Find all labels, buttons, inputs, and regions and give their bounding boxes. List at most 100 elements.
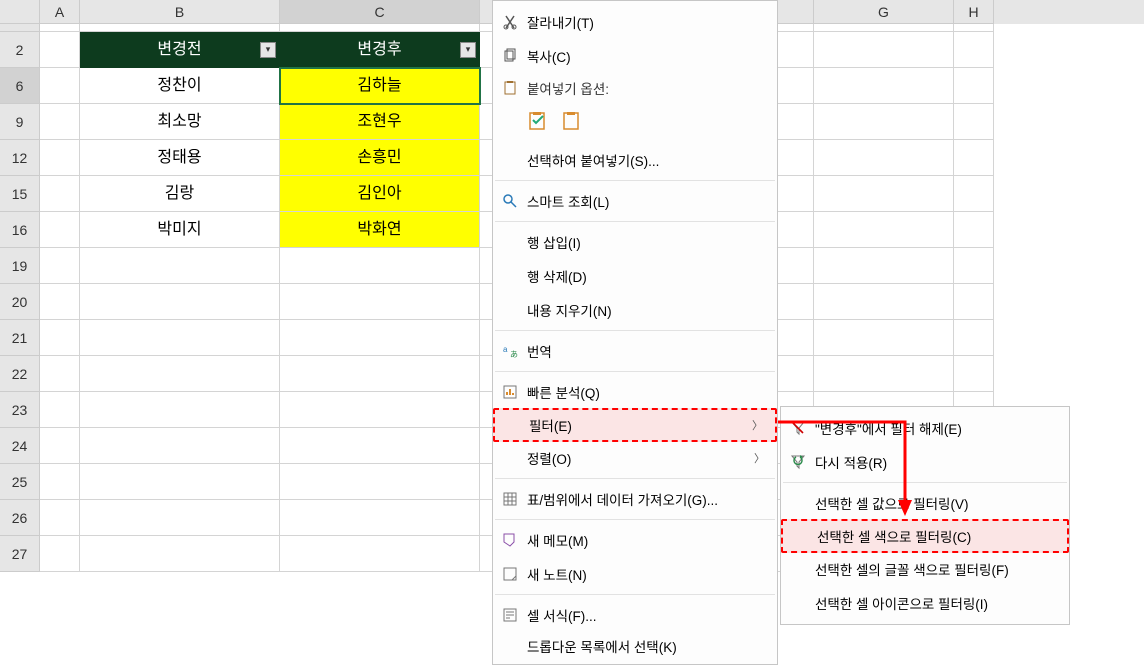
cell[interactable]: 김인아 [280, 176, 480, 212]
row-header[interactable]: 20 [0, 284, 40, 320]
cell[interactable] [80, 500, 280, 536]
menu-translate[interactable]: aあ 번역 [493, 334, 777, 368]
cell[interactable]: 정태용 [80, 140, 280, 176]
row-header[interactable]: 27 [0, 536, 40, 572]
cell[interactable] [954, 68, 994, 104]
menu-smart-lookup[interactable]: 스마트 조회(L) [493, 184, 777, 218]
cell[interactable] [954, 32, 994, 68]
cell[interactable] [80, 392, 280, 428]
paste-option-1-icon[interactable] [527, 110, 549, 132]
cell[interactable] [814, 176, 954, 212]
cell[interactable] [40, 32, 80, 68]
menu-new-note[interactable]: 새 노트(N) [493, 557, 777, 591]
menu-sort[interactable]: 정렬(O) 〉 [493, 441, 777, 475]
cell[interactable]: 변경전▾ [80, 32, 280, 68]
row-header[interactable] [0, 24, 40, 32]
cell[interactable]: 김랑 [80, 176, 280, 212]
cell[interactable]: 변경후▾ [280, 32, 480, 68]
cell[interactable] [280, 500, 480, 536]
row-header[interactable]: 15 [0, 176, 40, 212]
menu-insert-row[interactable]: 행 삽입(I) [493, 225, 777, 259]
cell[interactable] [954, 104, 994, 140]
cell[interactable] [954, 212, 994, 248]
cell[interactable]: 김하늘 [280, 68, 480, 104]
cell[interactable] [280, 464, 480, 500]
cell[interactable] [40, 428, 80, 464]
cell[interactable] [814, 104, 954, 140]
cell[interactable] [814, 320, 954, 356]
row-header[interactable]: 6 [0, 68, 40, 104]
submenu-by-font-color[interactable]: 선택한 셀의 글꼴 색으로 필터링(F) [781, 552, 1069, 586]
filter-dropdown-icon[interactable]: ▾ [260, 42, 276, 58]
submenu-by-color[interactable]: 선택한 셀 색으로 필터링(C) [781, 519, 1069, 553]
cell[interactable] [814, 248, 954, 284]
cell[interactable] [40, 392, 80, 428]
cell[interactable] [40, 68, 80, 104]
cell[interactable] [280, 24, 480, 32]
cell[interactable] [280, 356, 480, 392]
cell[interactable] [40, 536, 80, 572]
cell[interactable] [280, 392, 480, 428]
cell[interactable] [80, 320, 280, 356]
cell[interactable] [80, 536, 280, 572]
row-header[interactable]: 22 [0, 356, 40, 392]
cell[interactable] [80, 356, 280, 392]
cell[interactable] [80, 464, 280, 500]
submenu-reapply[interactable]: 다시 적용(R) [781, 445, 1069, 479]
row-header[interactable]: 12 [0, 140, 40, 176]
cell[interactable] [40, 140, 80, 176]
menu-dropdown-pick[interactable]: 드롭다운 목록에서 선택(K) [493, 632, 777, 660]
menu-cell-format[interactable]: 셀 서식(F)... [493, 598, 777, 632]
menu-paste-special[interactable]: 선택하여 붙여넣기(S)... [493, 143, 777, 177]
cell[interactable] [814, 24, 954, 32]
cell[interactable] [40, 104, 80, 140]
menu-copy[interactable]: 복사(C) [493, 39, 777, 73]
menu-cut[interactable]: 잘라내기(T) [493, 5, 777, 39]
menu-clear[interactable]: 내용 지우기(N) [493, 293, 777, 327]
cell[interactable] [954, 176, 994, 212]
cell[interactable] [280, 248, 480, 284]
row-header[interactable]: 24 [0, 428, 40, 464]
cell[interactable] [814, 284, 954, 320]
menu-new-memo[interactable]: 새 메모(M) [493, 523, 777, 557]
row-header[interactable]: 19 [0, 248, 40, 284]
cell[interactable]: 조현우 [280, 104, 480, 140]
cell[interactable] [80, 428, 280, 464]
menu-get-data[interactable]: 표/범위에서 데이터 가져오기(G)... [493, 482, 777, 516]
cell[interactable] [40, 284, 80, 320]
submenu-by-icon[interactable]: 선택한 셀 아이콘으로 필터링(I) [781, 586, 1069, 620]
cell[interactable] [80, 248, 280, 284]
cell[interactable] [40, 212, 80, 248]
cell[interactable] [954, 356, 994, 392]
paste-option-2-icon[interactable] [561, 110, 583, 132]
cell[interactable] [40, 176, 80, 212]
cell[interactable]: 최소망 [80, 104, 280, 140]
cell[interactable] [814, 32, 954, 68]
cell[interactable] [40, 500, 80, 536]
cell[interactable] [280, 428, 480, 464]
row-header[interactable]: 16 [0, 212, 40, 248]
filter-dropdown-icon[interactable]: ▾ [460, 42, 476, 58]
menu-filter[interactable]: 필터(E) 〉 [493, 408, 777, 442]
cell[interactable]: 정찬이 [80, 68, 280, 104]
cell[interactable] [40, 464, 80, 500]
menu-delete-row[interactable]: 행 삭제(D) [493, 259, 777, 293]
cell[interactable] [954, 320, 994, 356]
cell[interactable] [814, 356, 954, 392]
cell[interactable] [814, 212, 954, 248]
cell[interactable] [40, 356, 80, 392]
row-header[interactable]: 9 [0, 104, 40, 140]
cell[interactable] [280, 320, 480, 356]
column-header-C[interactable]: C [280, 0, 480, 24]
row-header[interactable]: 23 [0, 392, 40, 428]
cell[interactable] [954, 284, 994, 320]
row-header[interactable]: 25 [0, 464, 40, 500]
cell[interactable]: 박화연 [280, 212, 480, 248]
cell[interactable] [954, 24, 994, 32]
column-header-A[interactable]: A [40, 0, 80, 24]
cell[interactable] [80, 24, 280, 32]
row-header[interactable]: 2 [0, 32, 40, 68]
cell[interactable] [40, 320, 80, 356]
row-header[interactable]: 26 [0, 500, 40, 536]
cell[interactable] [280, 284, 480, 320]
